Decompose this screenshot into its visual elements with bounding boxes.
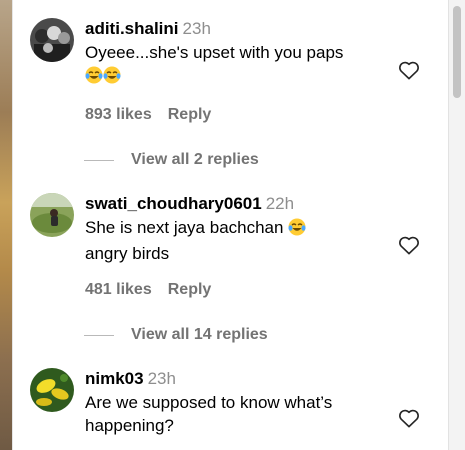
avatar[interactable] — [30, 368, 74, 412]
scrollbar-thumb[interactable] — [453, 6, 461, 98]
comment-timestamp[interactable]: 23h — [148, 369, 176, 388]
comment-text: She is next jaya bachchan angry birds — [85, 216, 405, 265]
comment-username[interactable]: swati_choudhary0601 — [85, 194, 262, 213]
comment-text: Oyeee...she's upset with you paps — [85, 41, 405, 90]
divider — [12, 0, 13, 450]
comment-username[interactable]: aditi.shalini — [85, 19, 179, 38]
view-replies-button[interactable]: View all 2 replies — [84, 151, 259, 171]
heart-outline-icon[interactable] — [398, 60, 420, 80]
comment-username[interactable]: nimk03 — [85, 369, 144, 388]
face-with-tears-of-joy-icon — [103, 66, 121, 90]
reply-button[interactable]: Reply — [168, 106, 212, 123]
replies-divider-line — [84, 334, 114, 336]
background-post-edge — [0, 0, 12, 450]
likes-count[interactable]: 893 likes — [85, 106, 152, 123]
heart-outline-icon[interactable] — [398, 235, 420, 255]
comment-actions: 893 likes Reply — [85, 106, 211, 124]
face-with-tears-of-joy-icon — [85, 66, 103, 90]
comment-timestamp[interactable]: 23h — [183, 19, 211, 38]
avatar[interactable] — [30, 18, 74, 62]
comment-text: Are we supposed to know what’s happening… — [85, 393, 333, 435]
heart-outline-icon[interactable] — [398, 408, 420, 428]
comment-actions: 481 likes Reply — [85, 281, 211, 299]
reply-button[interactable]: Reply — [168, 281, 212, 298]
scrollbar[interactable] — [448, 0, 465, 450]
comment-timestamp[interactable]: 22h — [266, 194, 294, 213]
view-replies-button[interactable]: View all 14 replies — [84, 326, 268, 346]
likes-count[interactable]: 481 likes — [85, 281, 152, 298]
face-with-tears-of-joy-icon — [288, 218, 306, 242]
avatar[interactable] — [30, 193, 74, 237]
replies-divider-line — [84, 159, 114, 161]
